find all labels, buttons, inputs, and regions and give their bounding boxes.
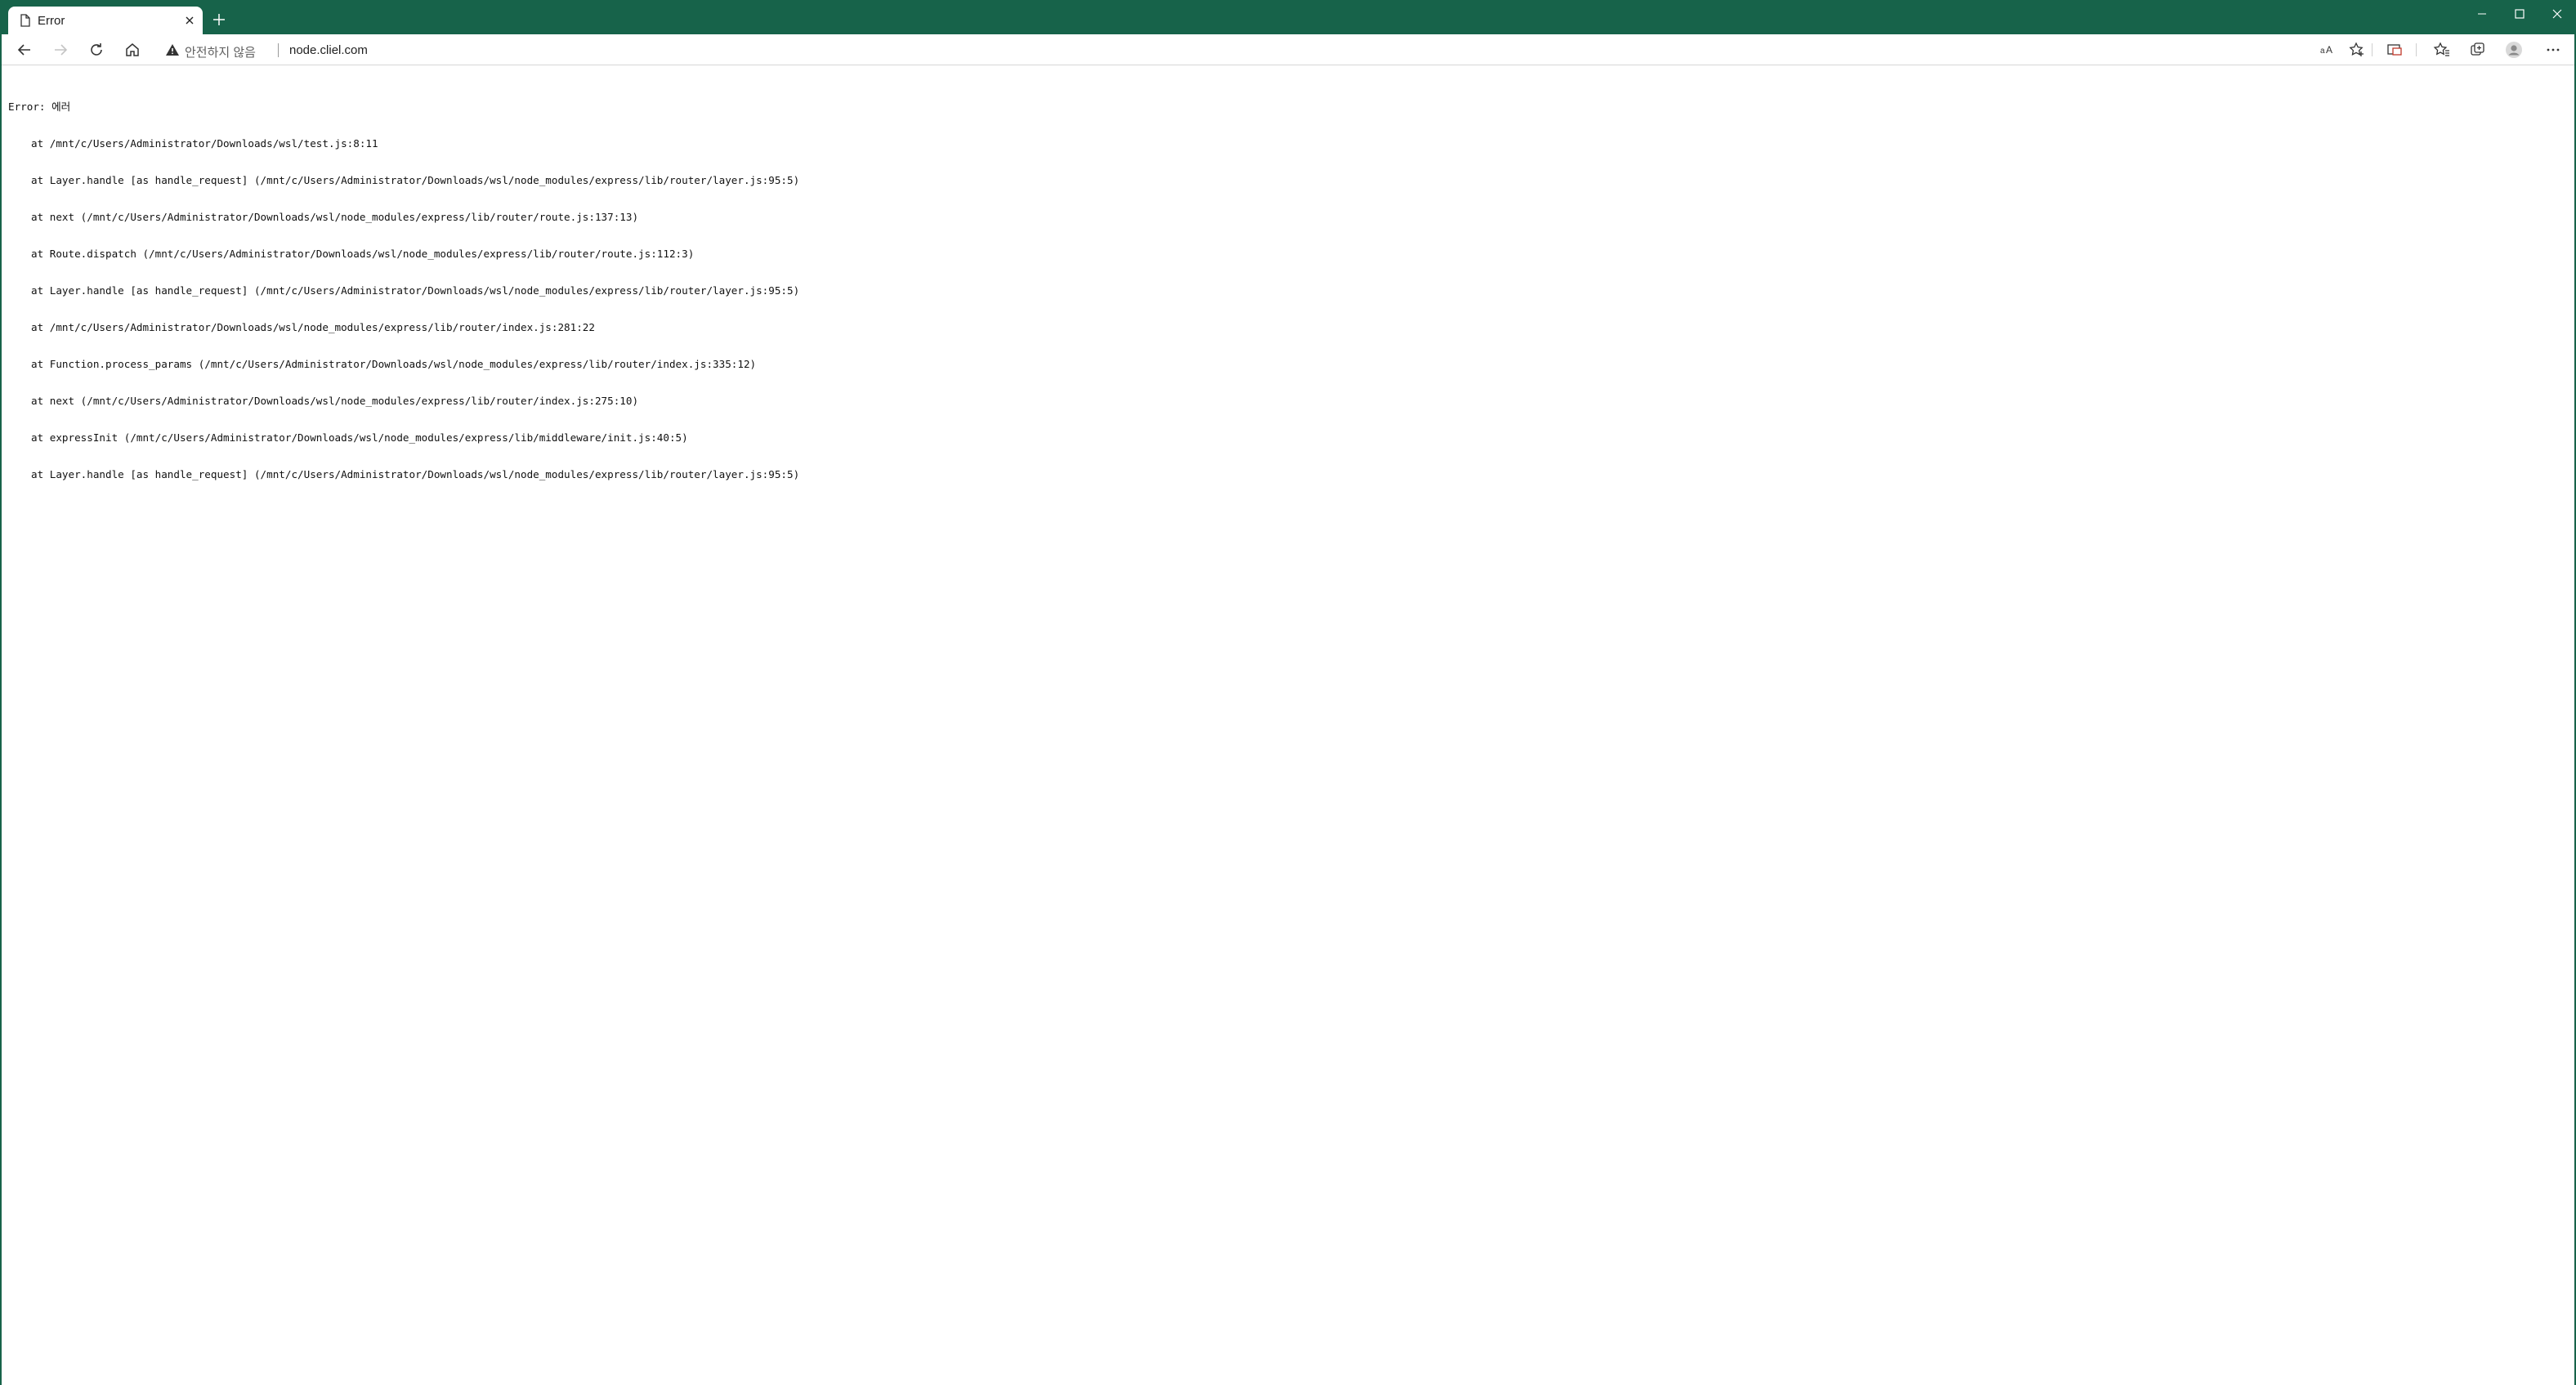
title-bar: Error bbox=[2, 2, 2574, 34]
toolbar-separator bbox=[2372, 43, 2373, 56]
stack-frame: at next (/mnt/c/Users/Administrator/Down… bbox=[31, 211, 639, 223]
page-icon bbox=[18, 13, 33, 28]
stack-frame: at Layer.handle [as handle_request] (/mn… bbox=[31, 174, 800, 186]
address-bar[interactable]: 안전하지 않음 node.cliel.com bbox=[159, 38, 2283, 62]
maximize-icon[interactable] bbox=[2501, 2, 2538, 26]
stack-frame: at Route.dispatch (/mnt/c/Users/Administ… bbox=[31, 248, 695, 260]
tab-title: Error bbox=[38, 14, 65, 28]
stack-frame: at Function.process_params (/mnt/c/Users… bbox=[31, 358, 757, 370]
svg-text:a: a bbox=[2320, 47, 2325, 56]
address-divider bbox=[278, 43, 279, 57]
close-window-icon[interactable] bbox=[2538, 2, 2576, 26]
read-aloud-icon[interactable]: aA bbox=[2316, 38, 2339, 61]
forward-arrow-icon[interactable] bbox=[49, 38, 72, 61]
stack-frame: at expressInit (/mnt/c/Users/Administrat… bbox=[31, 431, 688, 444]
browser-window: Error 안전하지 않음 node.cliel.com a A Error: … bbox=[0, 0, 2576, 1385]
home-icon[interactable] bbox=[121, 38, 144, 61]
security-label[interactable]: 안전하지 않음 bbox=[185, 43, 256, 60]
stack-frame: at /mnt/c/Users/Administrator/Downloads/… bbox=[31, 321, 595, 333]
plus-icon[interactable] bbox=[209, 10, 229, 29]
error-header: Error: 에러 bbox=[8, 101, 71, 113]
toolbar-separator bbox=[2416, 43, 2417, 56]
page-content: Error: 에러 at /mnt/c/Users/Administrator/… bbox=[2, 66, 2574, 1385]
add-favorite-icon[interactable] bbox=[2346, 38, 2368, 61]
reload-icon[interactable] bbox=[85, 38, 108, 61]
stack-frame: at next (/mnt/c/Users/Administrator/Down… bbox=[31, 395, 639, 407]
close-icon[interactable] bbox=[181, 12, 198, 29]
app-available-icon[interactable] bbox=[2383, 38, 2406, 61]
error-stack-trace: Error: 에러 at /mnt/c/Users/Administrator/… bbox=[8, 76, 799, 505]
toolbar: 안전하지 않음 node.cliel.com aA bbox=[2, 34, 2574, 65]
more-icon[interactable] bbox=[2542, 38, 2565, 61]
tab-error[interactable]: Error bbox=[8, 7, 203, 34]
warning-icon[interactable] bbox=[165, 42, 180, 57]
stack-frame: at Layer.handle [as handle_request] (/mn… bbox=[31, 284, 800, 297]
back-arrow-icon[interactable] bbox=[13, 38, 36, 61]
collections-icon[interactable] bbox=[2466, 38, 2489, 61]
profile-icon[interactable] bbox=[2502, 38, 2525, 61]
stack-frame: at Layer.handle [as handle_request] (/mn… bbox=[31, 468, 800, 480]
stack-frame: at /mnt/c/Users/Administrator/Downloads/… bbox=[31, 137, 378, 150]
svg-text:A: A bbox=[2326, 44, 2332, 56]
url-text[interactable]: node.cliel.com bbox=[289, 43, 368, 57]
favorites-icon[interactable] bbox=[2431, 38, 2453, 61]
minimize-icon[interactable] bbox=[2463, 2, 2501, 26]
